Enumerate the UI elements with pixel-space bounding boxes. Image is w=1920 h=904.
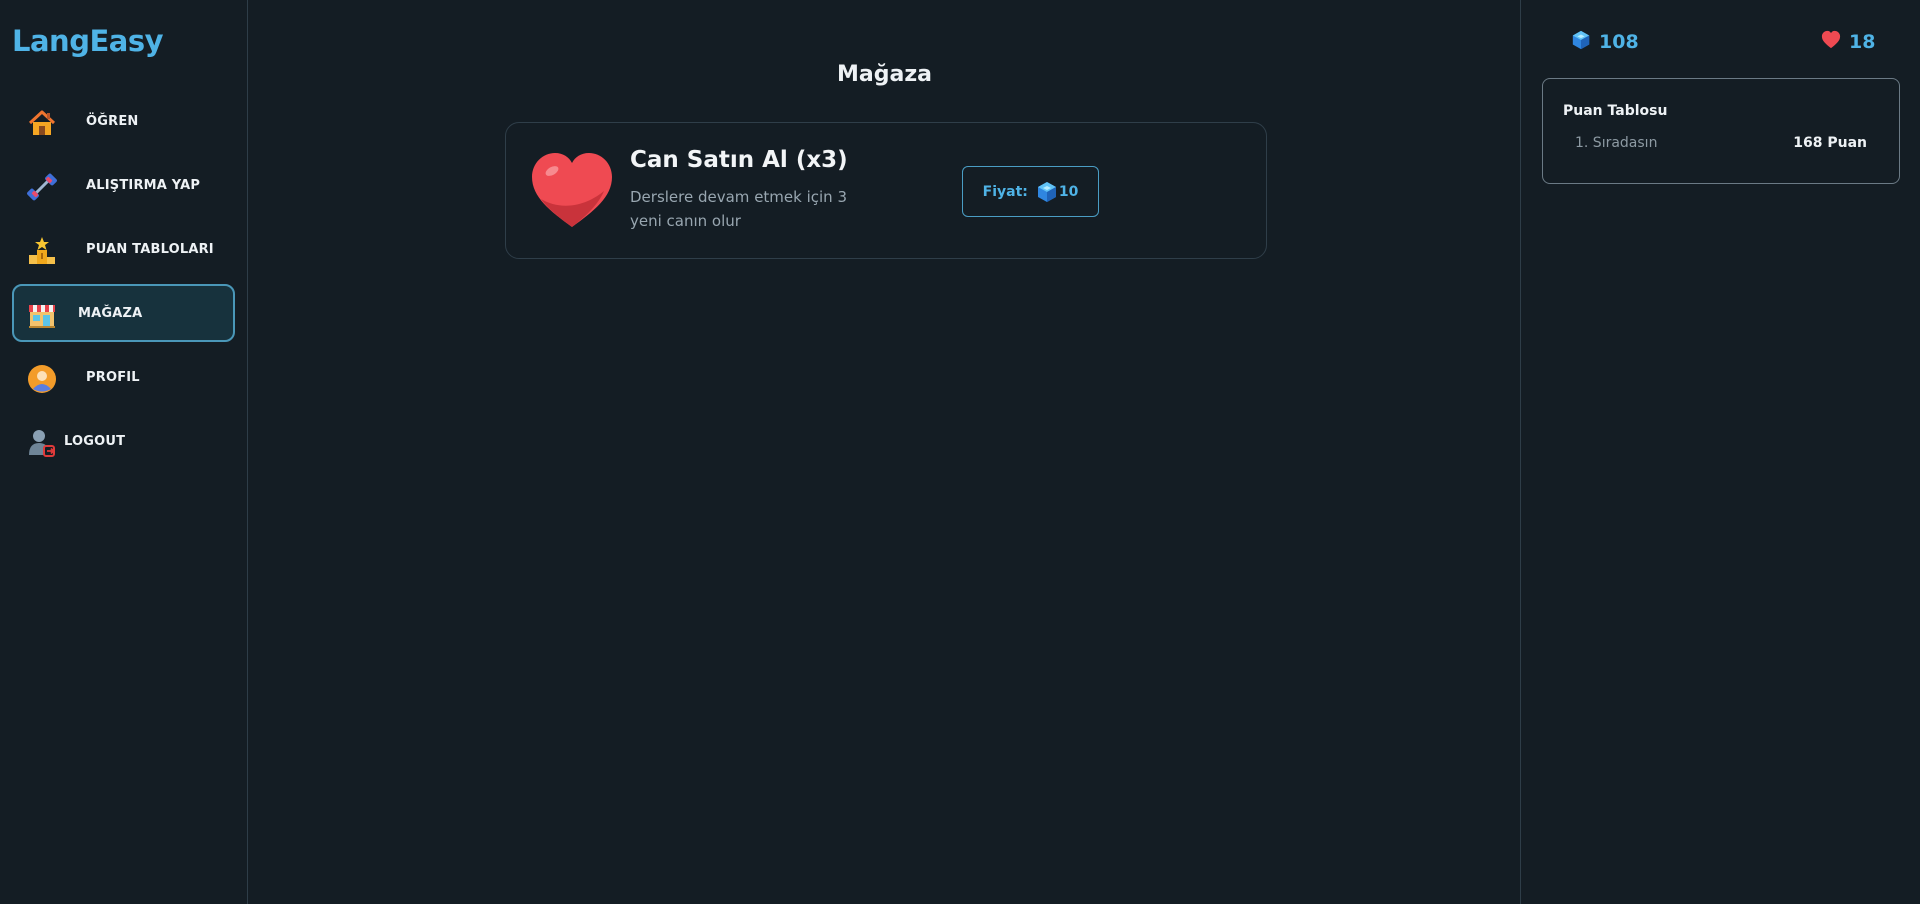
shop-item-card: Can Satın Al (x3) Derslere devam etmek i… — [505, 122, 1267, 259]
sidebar-item-label: ALIŞTIRMA YAP — [86, 177, 201, 193]
gems-count: 108 — [1599, 31, 1639, 53]
dumbbell-icon — [27, 172, 57, 202]
sidebar-item-label: PUAN TABLOLARI — [86, 241, 214, 257]
store-icon — [27, 300, 57, 330]
sidebar-item-label: LOGOUT — [64, 433, 126, 449]
sidebar: LangEasy ÖĞREN ALIŞTIRMA YAP PUAN TABLOL… — [0, 0, 248, 904]
sidebar-item-profil[interactable]: PROFIL — [12, 348, 235, 406]
heart-icon — [530, 151, 614, 231]
leaderboard-title: Puan Tablosu — [1563, 103, 1668, 119]
main-content: Mağaza Can Satın Al (x3) Derslere devam … — [249, 0, 1520, 904]
leaderboard-points: 168 Puan — [1793, 135, 1867, 151]
shop-item-title: Can Satın Al (x3) — [630, 147, 848, 173]
sidebar-item-puan-tablolari[interactable]: PUAN TABLOLARI — [12, 220, 235, 278]
home-icon — [27, 108, 57, 138]
sidebar-item-magaza[interactable]: MAĞAZA — [12, 284, 235, 342]
right-panel: 108 18 Puan Tablosu 1. Sıradasın 168 Pua… — [1520, 0, 1920, 904]
app-logo[interactable]: LangEasy — [12, 24, 164, 58]
sidebar-item-label: PROFIL — [86, 369, 140, 385]
app-root: LangEasy ÖĞREN ALIŞTIRMA YAP PUAN TABLOL… — [0, 0, 1920, 904]
leaderboard-rank: 1. Sıradasın — [1575, 135, 1658, 151]
gems-stat[interactable]: 108 — [1571, 30, 1639, 54]
page-title: Mağaza — [837, 62, 932, 87]
hearts-count: 18 — [1849, 31, 1876, 53]
sidebar-item-alistirma[interactable]: ALIŞTIRMA YAP — [12, 156, 235, 214]
heart-icon — [1821, 30, 1841, 54]
sidebar-item-logout[interactable]: LOGOUT — [12, 412, 235, 470]
price-amount: 10 — [1058, 183, 1079, 200]
gem-icon — [1571, 30, 1591, 54]
price-value-wrap: 10 — [1036, 181, 1078, 203]
hearts-stat[interactable]: 18 — [1821, 30, 1875, 54]
sidebar-item-ogren[interactable]: ÖĞREN — [12, 92, 235, 150]
price-label: Fiyat: — [982, 183, 1028, 200]
sidebar-item-label: MAĞAZA — [78, 305, 143, 321]
leaderboard-card: Puan Tablosu 1. Sıradasın 168 Puan — [1542, 78, 1900, 184]
sidebar-item-label: ÖĞREN — [86, 113, 139, 129]
buy-button[interactable]: Fiyat: 10 — [962, 166, 1099, 217]
gem-icon — [1036, 181, 1058, 203]
sidebar-nav: ÖĞREN ALIŞTIRMA YAP PUAN TABLOLARI MAĞAZ… — [12, 92, 235, 476]
shop-item-description: Derslere devam etmek için 3 yeni canın o… — [630, 188, 847, 230]
profile-icon — [27, 364, 57, 394]
podium-icon — [27, 236, 57, 266]
logout-icon — [27, 428, 57, 458]
